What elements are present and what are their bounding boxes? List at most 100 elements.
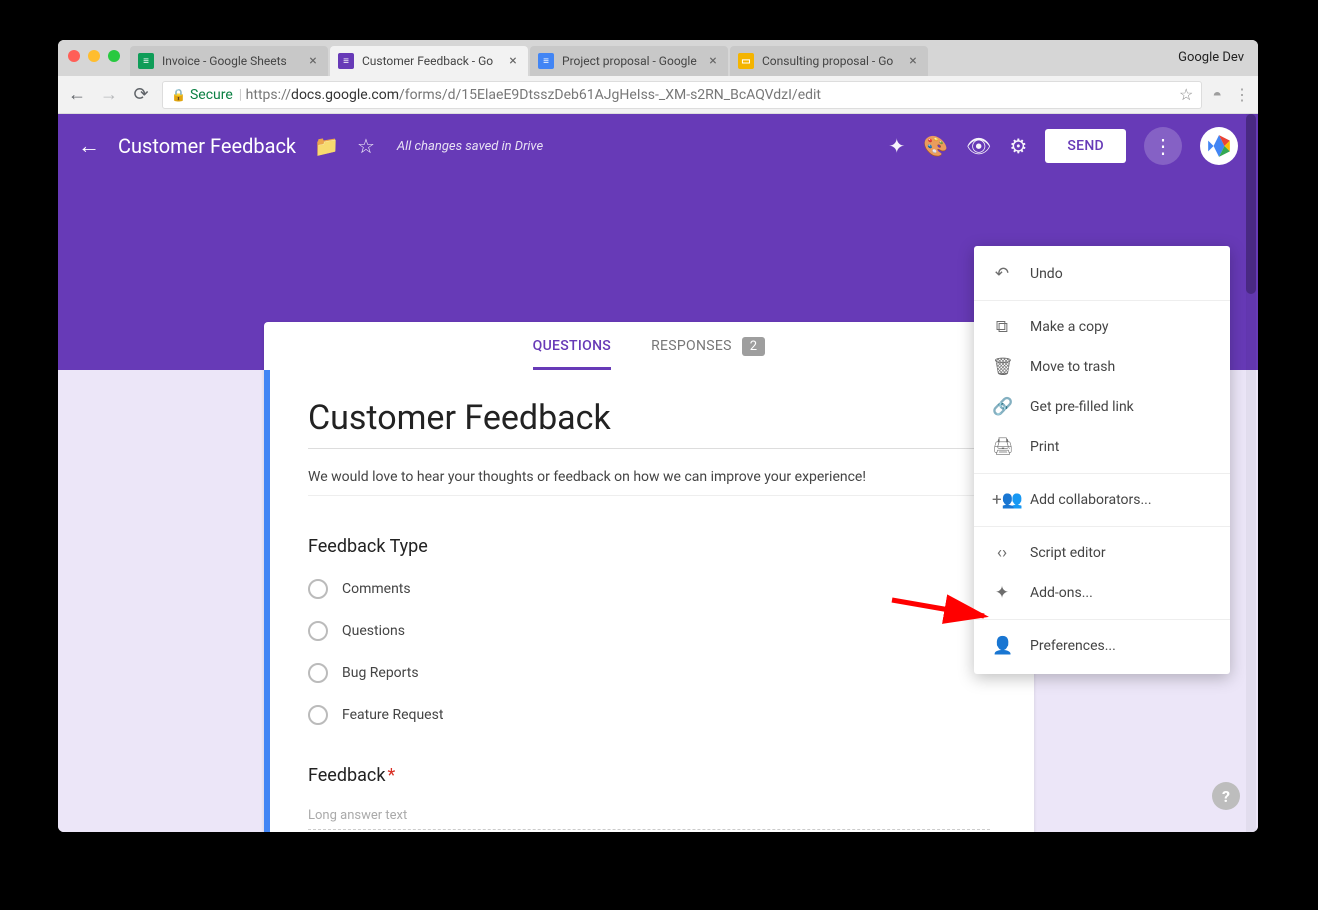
tab-title: Customer Feedback - Go	[362, 54, 506, 68]
radio-icon	[308, 579, 328, 599]
tab-label: RESPONSES	[651, 338, 732, 354]
url-text: https://docs.google.com/forms/d/15ElaeE9…	[246, 87, 1173, 103]
question-block: Feedback* Long answer text	[308, 765, 990, 830]
forward-button[interactable]: →	[98, 84, 120, 105]
tab-strip: ≡ Invoice - Google Sheets × ≡ Customer F…	[58, 40, 1258, 76]
person-icon: 👤	[992, 636, 1012, 656]
minimize-window-button[interactable]	[88, 50, 100, 62]
menu-label: Preferences...	[1030, 638, 1116, 654]
menu-item-prefilled-link[interactable]: 🔗 Get pre-filled link	[974, 387, 1230, 427]
question-title[interactable]: Feedback*	[308, 765, 990, 786]
copy-icon: ⧉	[992, 317, 1012, 337]
long-answer-input[interactable]: Long answer text	[308, 808, 990, 830]
print-icon: 🖨	[992, 437, 1012, 457]
menu-label: Add collaborators...	[1030, 492, 1152, 508]
app-header: ← Customer Feedback 📁 ☆ All changes save…	[58, 114, 1258, 178]
menu-separator	[974, 300, 1230, 301]
help-button[interactable]: ?	[1212, 782, 1240, 810]
chrome-menu-icon[interactable]: ⋮	[1234, 85, 1250, 105]
code-icon: ‹›	[992, 543, 1012, 563]
radio-option[interactable]: Feature Request	[308, 705, 990, 725]
menu-separator	[974, 526, 1230, 527]
menu-item-script-editor[interactable]: ‹› Script editor	[974, 533, 1230, 573]
lock-icon: 🔒	[171, 88, 186, 102]
radio-icon	[308, 705, 328, 725]
document-title[interactable]: Customer Feedback	[118, 134, 296, 158]
tab-title: Invoice - Google Sheets	[162, 54, 306, 68]
browser-tab[interactable]: ≡ Invoice - Google Sheets ×	[130, 46, 328, 76]
tab-title: Project proposal - Google	[562, 54, 706, 68]
send-button[interactable]: SEND	[1045, 129, 1126, 163]
folder-icon[interactable]: 📁	[314, 134, 339, 158]
browser-toolbar: ← → ⟳ 🔒 Secure | https://docs.google.com…	[58, 76, 1258, 114]
forms-app: ← Customer Feedback 📁 ☆ All changes save…	[58, 114, 1258, 832]
option-label: Comments	[342, 581, 411, 597]
form-title-input[interactable]: Customer Feedback	[308, 398, 990, 449]
more-menu-button[interactable]: ⋮	[1144, 127, 1182, 165]
browser-tab[interactable]: ≡ Project proposal - Google ×	[530, 46, 728, 76]
responses-count-badge: 2	[742, 337, 766, 356]
tab-label: QUESTIONS	[533, 338, 611, 354]
forms-icon: ≡	[338, 53, 354, 69]
menu-item-print[interactable]: 🖨 Print	[974, 427, 1230, 467]
menu-item-undo[interactable]: ↶ Undo	[974, 254, 1230, 294]
save-status: All changes saved in Drive	[397, 139, 543, 154]
profile-label[interactable]: Google Dev	[1178, 50, 1244, 65]
close-tab-icon[interactable]: ×	[506, 54, 520, 68]
link-icon: 🔗	[992, 397, 1012, 417]
secure-label: Secure	[190, 87, 233, 103]
form-description-input[interactable]: We would love to hear your thoughts or f…	[308, 449, 990, 496]
drive-icon[interactable]: ◓	[1212, 85, 1222, 105]
close-tab-icon[interactable]: ×	[906, 54, 920, 68]
bookmark-star-icon[interactable]: ☆	[1179, 85, 1193, 104]
menu-label: Make a copy	[1030, 319, 1109, 335]
radio-option[interactable]: Bug Reports	[308, 663, 990, 683]
menu-label: Get pre-filled link	[1030, 399, 1134, 415]
menu-item-preferences[interactable]: 👤 Preferences...	[974, 626, 1230, 666]
menu-separator	[974, 619, 1230, 620]
menu-label: Move to trash	[1030, 359, 1115, 375]
option-label: Bug Reports	[342, 665, 419, 681]
tab-responses[interactable]: RESPONSES 2	[651, 322, 765, 370]
browser-tab[interactable]: ▭ Consulting proposal - Go ×	[730, 46, 928, 76]
maximize-window-button[interactable]	[108, 50, 120, 62]
menu-label: Print	[1030, 439, 1059, 455]
trash-icon: 🗑	[992, 357, 1012, 377]
account-avatar[interactable]	[1200, 127, 1238, 165]
option-label: Questions	[342, 623, 405, 639]
palette-icon[interactable]: 🎨	[923, 134, 948, 158]
tab-title: Consulting proposal - Go	[762, 54, 906, 68]
close-tab-icon[interactable]: ×	[306, 54, 320, 68]
form-card: QUESTIONS RESPONSES 2 Customer Feedback …	[264, 322, 1034, 832]
add-people-icon: +👥	[992, 490, 1012, 510]
overflow-menu: ↶ Undo ⧉ Make a copy 🗑 Move to trash 🔗 G…	[974, 246, 1230, 674]
tab-questions[interactable]: QUESTIONS	[533, 322, 611, 370]
addons-icon[interactable]: ✦	[888, 134, 905, 158]
form-tabs: QUESTIONS RESPONSES 2	[264, 322, 1034, 370]
star-icon[interactable]: ☆	[357, 134, 375, 158]
back-button[interactable]: ←	[66, 84, 88, 105]
menu-label: Add-ons...	[1030, 585, 1093, 601]
menu-item-addons[interactable]: ✦ Add-ons...	[974, 573, 1230, 613]
question-title[interactable]: Feedback Type	[308, 536, 990, 557]
option-label: Feature Request	[342, 707, 443, 723]
reload-button[interactable]: ⟳	[130, 84, 152, 105]
menu-label: Undo	[1030, 266, 1063, 282]
close-tab-icon[interactable]: ×	[706, 54, 720, 68]
address-bar[interactable]: 🔒 Secure | https://docs.google.com/forms…	[162, 81, 1202, 109]
settings-gear-icon[interactable]: ⚙	[1009, 134, 1027, 158]
close-window-button[interactable]	[68, 50, 80, 62]
menu-separator	[974, 473, 1230, 474]
sheets-icon: ≡	[138, 53, 154, 69]
menu-item-add-collaborators[interactable]: +👥 Add collaborators...	[974, 480, 1230, 520]
back-to-forms-icon[interactable]: ←	[78, 133, 100, 159]
radio-icon	[308, 621, 328, 641]
browser-tab[interactable]: ≡ Customer Feedback - Go ×	[330, 46, 528, 76]
radio-icon	[308, 663, 328, 683]
undo-icon: ↶	[992, 264, 1012, 284]
menu-item-make-copy[interactable]: ⧉ Make a copy	[974, 307, 1230, 347]
window-controls	[68, 50, 120, 62]
browser-window: ≡ Invoice - Google Sheets × ≡ Customer F…	[58, 40, 1258, 832]
preview-icon[interactable]: 👁	[966, 134, 991, 158]
menu-item-trash[interactable]: 🗑 Move to trash	[974, 347, 1230, 387]
